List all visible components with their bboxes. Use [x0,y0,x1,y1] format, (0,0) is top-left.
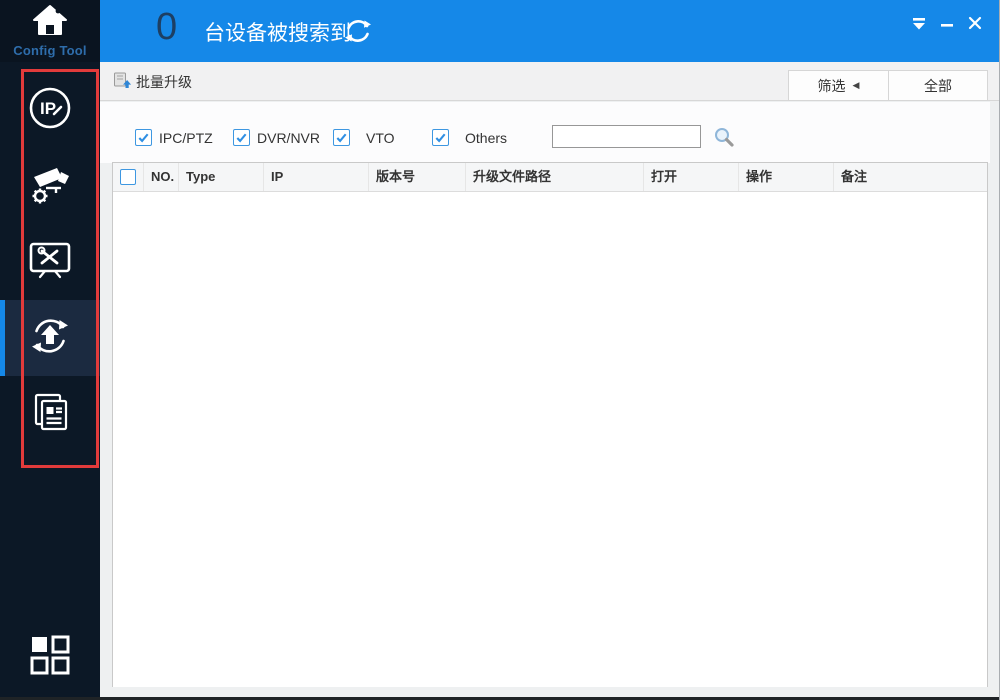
upload-refresh-icon [26,312,74,365]
filter-dvr-nvr[interactable]: DVR/NVR [233,129,320,146]
device-upload-icon [113,71,132,92]
sidebar-item-modify-ip[interactable]: IP [0,72,100,148]
select-all-checkbox[interactable] [120,169,136,185]
tab-bar: 批量升级 筛选 ◀ 全部 [100,62,1000,101]
col-header-version: 版本号 [369,163,466,191]
sidebar: Config Tool IP [0,0,100,700]
collapse-icon [913,17,925,29]
filter-label: Others [465,129,508,146]
all-button-label: 全部 [924,77,952,94]
sidebar-item-system-settings[interactable] [0,224,100,300]
search-input[interactable] [552,125,701,148]
main-content: 批量升级 筛选 ◀ 全部 IPC/PTZ DVR/NVR VTO Others … [100,62,1000,700]
app-logo: Config Tool [0,0,100,62]
document-icon [28,390,72,439]
monitor-tools-icon [26,236,74,289]
app-launcher-button[interactable] [0,635,100,680]
device-count: 0 [156,6,178,48]
filter-label: VTO [366,129,395,146]
refresh-icon [345,20,371,42]
triangle-left-icon: ◀ [852,80,860,90]
filter-button-label: 筛选 [817,77,846,94]
filter-label: IPC/PTZ [159,129,213,146]
selected-indicator [0,300,5,376]
title-bar: 0 台设备被搜索到 [100,0,1000,62]
table-body-empty [113,192,987,687]
col-header-type: Type [179,163,264,191]
toolbar-button-group: 筛选 ◀ 全部 [788,70,988,101]
minimize-icon [941,24,953,27]
search-icon [715,128,734,147]
col-header-operate: 操作 [739,163,834,191]
device-count-label: 台设备被搜索到 [204,22,351,45]
config-tool-window: Config Tool IP 0 台设备被搜索到 批量升级 筛选 ◀ 全部 IP… [0,0,1000,700]
grid-apps-icon [30,635,70,680]
table-header-row: NO. Type IP 版本号 升级文件路径 打开 操作 备注 [113,163,987,192]
filter-others[interactable]: Others [432,129,507,146]
ip-edit-icon: IP [26,84,74,137]
tab-batch-upgrade: 批量升级 [113,62,192,101]
select-all-cell [113,163,144,191]
col-header-open: 打开 [644,163,739,191]
col-header-no: NO. [144,163,179,191]
close-icon [968,16,982,30]
checkbox-checked-icon[interactable] [135,129,152,146]
sidebar-item-batch-upgrade[interactable] [0,300,100,376]
collapse-button[interactable] [906,10,932,36]
close-button[interactable] [962,10,988,36]
refresh-button[interactable] [342,17,374,50]
app-title: Config Tool [13,43,87,58]
filter-vto[interactable]: VTO [333,129,395,146]
camera-gear-icon [26,160,74,213]
tab-title-label: 批量升级 [136,73,192,90]
col-header-remark: 备注 [841,169,868,184]
checkbox-checked-icon[interactable] [432,129,449,146]
sidebar-item-device-info[interactable] [0,376,100,452]
checkbox-checked-icon[interactable] [333,129,350,146]
filter-button[interactable]: 筛选 ◀ [789,71,888,100]
sidebar-item-device-config[interactable] [0,148,100,224]
filter-label: DVR/NVR [257,129,321,146]
col-header-file-path: 升级文件路径 [466,163,644,191]
filter-ipc-ptz[interactable]: IPC/PTZ [135,129,213,146]
home-icon [32,4,68,41]
minimize-button[interactable] [934,10,960,36]
search-button[interactable] [713,126,735,153]
col-header-ip: IP [264,163,369,191]
all-button[interactable]: 全部 [888,71,987,100]
checkbox-checked-icon[interactable] [233,129,250,146]
filter-bar: IPC/PTZ DVR/NVR VTO Others [100,102,990,163]
upgrade-table: NO. Type IP 版本号 升级文件路径 打开 操作 备注 [112,162,988,687]
